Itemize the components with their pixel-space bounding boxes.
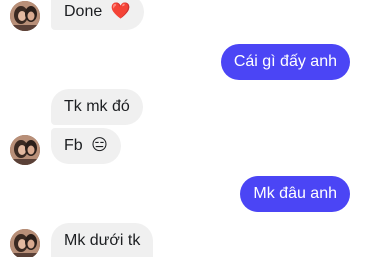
message-text: Cái gì đấy anh [233,53,337,70]
chat-thread: Done ❤️ Cái gì đấy anh Tk mk đó Fb 😑 Mk … [0,0,374,257]
message-text: Fb [64,137,83,154]
contact-avatar[interactable] [10,229,40,257]
message-bubble-incoming[interactable]: Fb 😑 [51,128,121,164]
message-bubble-outgoing[interactable]: Cái gì đấy anh [220,44,350,80]
contact-avatar[interactable] [10,1,40,31]
message-bubble-incoming[interactable]: Mk dưới tk [51,223,154,257]
message-bubble-outgoing[interactable]: Mk đâu anh [240,176,350,212]
red-heart-icon: ❤️ [110,3,131,20]
message-text: Mk dưới tk [64,232,141,249]
expressionless-face-icon: 😑 [91,137,108,154]
contact-avatar[interactable] [10,135,40,165]
message-bubble-incoming[interactable]: Tk mk đó [51,89,143,125]
message-text: Done [64,3,103,20]
message-bubble-incoming[interactable]: Done ❤️ [51,0,144,30]
message-text: Mk đâu anh [253,185,337,202]
message-text: Tk mk đó [64,98,130,115]
